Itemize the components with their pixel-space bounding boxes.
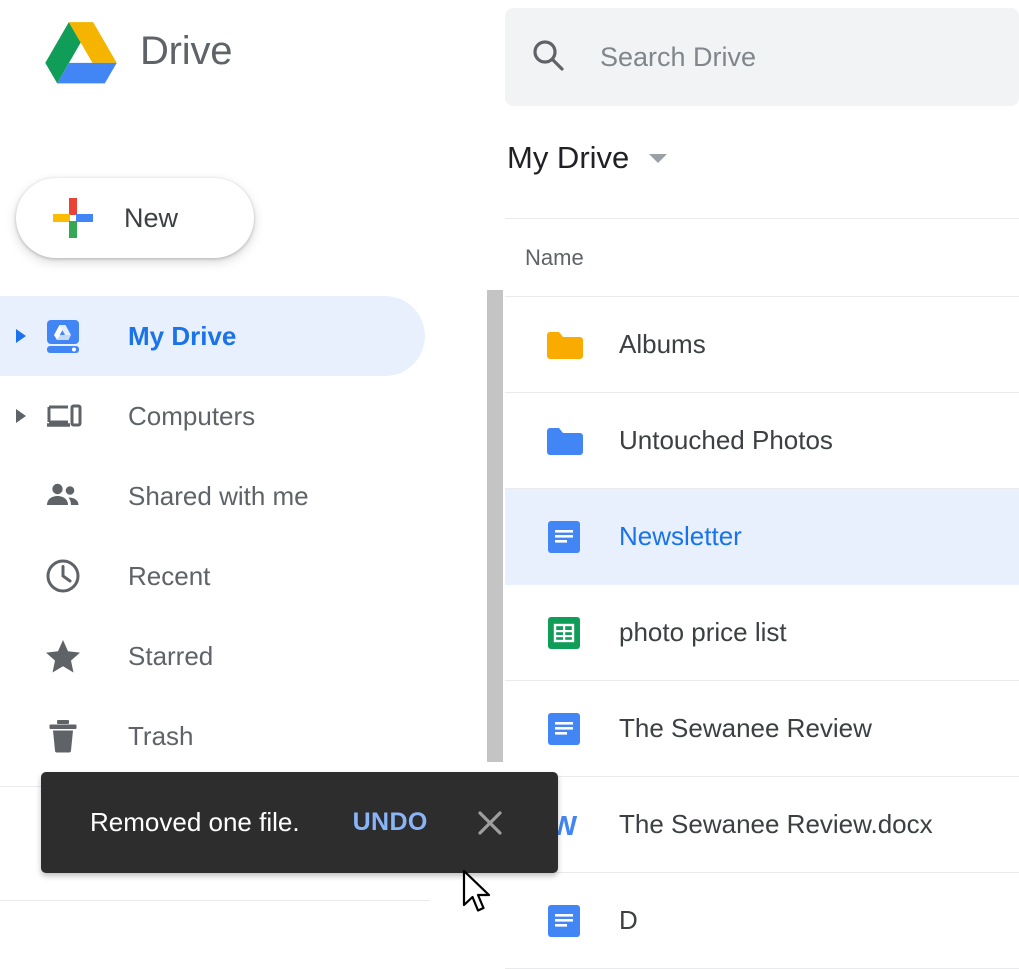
mouse-cursor — [461, 869, 495, 915]
breadcrumb[interactable]: My Drive — [507, 140, 669, 176]
google-docs-icon — [545, 710, 583, 748]
sidebar-item-label: Trash — [128, 721, 194, 752]
file-name: photo price list — [619, 617, 787, 648]
new-button-label: New — [124, 203, 178, 234]
folder-blue-icon — [545, 422, 583, 460]
sidebar-item-label: Recent — [128, 561, 210, 592]
google-docs-icon — [545, 518, 583, 556]
toast-message: Removed one file. — [90, 807, 300, 838]
sidebar-item-label: Starred — [128, 641, 213, 672]
page-title: Drive — [140, 29, 232, 74]
file-name: Untouched Photos — [619, 425, 833, 456]
google-drive-logo-icon — [44, 18, 118, 84]
folder-orange-icon — [545, 326, 583, 364]
sidebar-item-shared-with-me[interactable]: Shared with me — [0, 456, 490, 536]
expand-caret-icon[interactable] — [8, 327, 34, 345]
breadcrumb-title: My Drive — [507, 140, 629, 176]
table-row[interactable]: W The Sewanee Review.docx — [505, 777, 1019, 873]
trash-icon — [40, 713, 86, 759]
sidebar-item-computers[interactable]: Computers — [0, 376, 490, 456]
sidebar-divider — [0, 900, 430, 901]
close-icon[interactable] — [473, 806, 507, 840]
table-row[interactable]: Untouched Photos — [505, 393, 1019, 489]
table-row[interactable]: photo price list — [505, 585, 1019, 681]
file-name: Newsletter — [619, 521, 742, 552]
google-sheets-icon — [545, 614, 583, 652]
brand-header: Drive — [44, 18, 232, 84]
plus-icon — [50, 195, 96, 241]
table-header-row: Name — [505, 218, 1019, 297]
chevron-down-icon[interactable] — [647, 151, 669, 165]
file-name: The Sewanee Review.docx — [619, 809, 933, 840]
sidebar-nav: My Drive Computers — [0, 296, 490, 776]
google-docs-icon — [545, 902, 583, 940]
file-name: Albums — [619, 329, 706, 360]
sidebar-item-starred[interactable]: Starred — [0, 616, 490, 696]
table-row[interactable]: The Sewanee Review — [505, 681, 1019, 777]
table-row[interactable]: Albums — [505, 297, 1019, 393]
shared-with-me-icon — [40, 473, 86, 519]
vertical-scrollbar[interactable] — [487, 290, 503, 762]
undo-toast: Removed one file. UNDO — [41, 772, 558, 873]
new-button[interactable]: New — [16, 178, 254, 258]
sidebar-item-label: My Drive — [128, 321, 236, 352]
undo-button[interactable]: UNDO — [353, 808, 428, 837]
star-icon — [40, 633, 86, 679]
search-icon — [530, 37, 566, 78]
file-name: D — [619, 905, 638, 936]
computers-icon — [40, 393, 86, 439]
expand-caret-icon[interactable] — [8, 407, 34, 425]
main-content-panel: My Drive Name Albums Untouched Photos — [490, 0, 1019, 926]
sidebar-item-trash[interactable]: Trash — [0, 696, 490, 776]
search-bar[interactable] — [505, 8, 1019, 106]
table-row[interactable]: D — [505, 873, 1019, 969]
file-name: The Sewanee Review — [619, 713, 872, 744]
file-list: Albums Untouched Photos Newsletter — [505, 297, 1019, 969]
my-drive-icon — [40, 313, 86, 359]
sidebar-item-label: Shared with me — [128, 481, 309, 512]
search-input[interactable] — [600, 42, 980, 73]
column-header-name[interactable]: Name — [525, 245, 584, 271]
clock-icon — [40, 553, 86, 599]
sidebar-item-recent[interactable]: Recent — [0, 536, 490, 616]
table-row[interactable]: Newsletter — [505, 489, 1019, 585]
sidebar-item-label: Computers — [128, 401, 255, 432]
sidebar-item-my-drive[interactable]: My Drive — [0, 296, 425, 376]
